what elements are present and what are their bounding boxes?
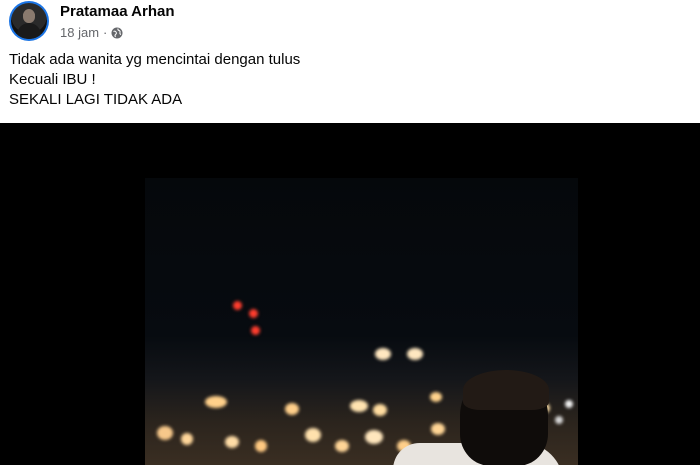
bokeh-light (335, 440, 349, 452)
post-text-line: Tidak ada wanita yg mencintai dengan tul… (9, 51, 301, 68)
bokeh-light (430, 392, 442, 402)
person-hair (463, 370, 549, 410)
post-text: Tidak ada wanita yg mencintai dengan tul… (9, 50, 300, 110)
post-text-line: Kecuali IBU ! (9, 71, 96, 88)
bokeh-light (157, 426, 173, 440)
meta-separator: · (103, 25, 108, 40)
bokeh-light (431, 423, 445, 435)
bokeh-light (205, 396, 227, 408)
avatar-image (11, 3, 47, 39)
avatar[interactable] (9, 1, 49, 41)
bokeh-light (350, 400, 368, 412)
bokeh-light (251, 326, 260, 335)
globe-icon[interactable] (111, 27, 123, 39)
bokeh-light (407, 348, 423, 360)
post-media[interactable] (0, 123, 700, 465)
post-text-line: SEKALI LAGI TIDAK ADA (9, 91, 183, 108)
avatar-head (23, 9, 35, 23)
bokeh-light (181, 433, 193, 445)
bokeh-light (305, 428, 321, 442)
bokeh-light (365, 430, 383, 444)
bokeh-light (225, 436, 239, 448)
facebook-post: Pratamaa Arhan 18 jam · Tidak ada wanita… (0, 0, 700, 465)
post-photo (145, 178, 578, 465)
bokeh-light (249, 309, 258, 318)
author-name[interactable]: Pratamaa Arhan (60, 3, 175, 20)
bokeh-light (255, 440, 267, 452)
avatar-body (17, 23, 41, 39)
bokeh-light (233, 301, 242, 310)
bokeh-light (555, 416, 563, 424)
bokeh-light (565, 400, 573, 408)
bokeh-light (285, 403, 299, 415)
post-header: Pratamaa Arhan 18 jam · (0, 0, 700, 48)
bokeh-light (375, 348, 391, 360)
post-time[interactable]: 18 jam (60, 25, 99, 40)
post-meta: 18 jam · (60, 25, 123, 40)
bokeh-light (373, 404, 387, 416)
